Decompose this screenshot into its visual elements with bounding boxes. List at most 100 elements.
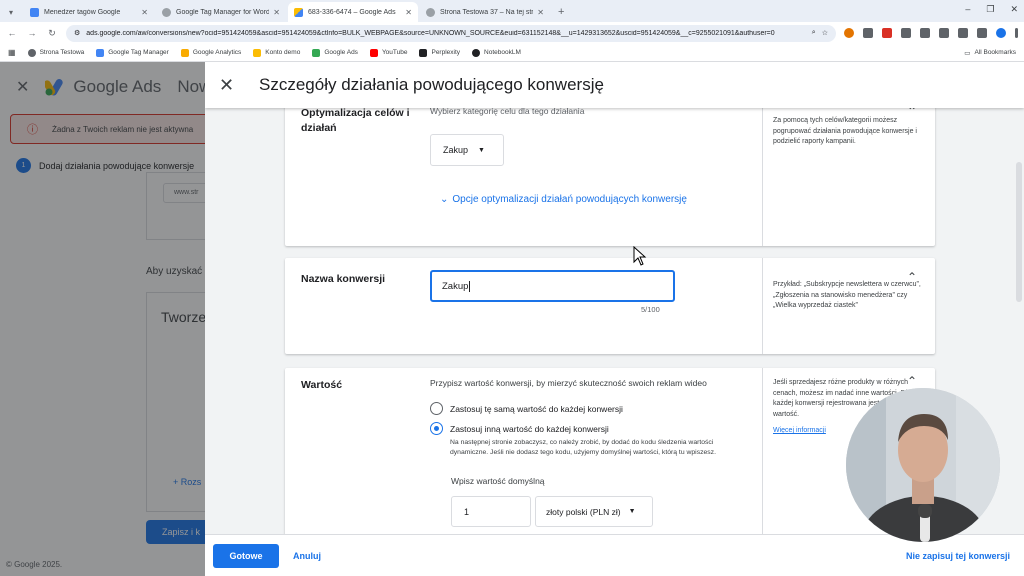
bookmark-item[interactable]: YouTube: [369, 48, 408, 57]
extension-icon[interactable]: [863, 28, 873, 38]
tab-google-ads[interactable]: 683-336-6474 – Google Ads ✕: [288, 2, 418, 22]
cancel-button[interactable]: Anuluj: [293, 551, 321, 561]
bookmark-favicon-icon: [419, 48, 428, 57]
tab-gtm[interactable]: Menedżer tagów Google ✕: [24, 2, 154, 22]
tab-search-icon[interactable]: ▾: [0, 2, 22, 22]
bookmarks-bar: ▦ Strona Testowa Google Tag Manager Goog…: [0, 44, 1024, 62]
optimization-options-label: Opcje optymalizacji działań powodujących…: [452, 194, 687, 205]
tab-gtm-wordpress[interactable]: Google Tag Manager for WordPress ✕: [156, 2, 286, 22]
goal-category-select[interactable]: Zakup ▼: [430, 134, 504, 166]
dont-save-button[interactable]: Nie zapisuj tej konwersji: [906, 551, 1010, 561]
different-value-desc: Na następnej stronie zobaczysz, co należ…: [450, 439, 716, 456]
extensions-area: [844, 28, 1018, 38]
zoom-icon[interactable]: ⌕: [812, 29, 816, 37]
tab-close-icon[interactable]: ✕: [141, 8, 148, 17]
url-bar[interactable]: ⚙ ads.google.com/aw/conversions/new?ocid…: [66, 24, 836, 42]
bookmark-favicon-icon: [253, 48, 262, 57]
chevron-up-icon[interactable]: ⌃: [907, 270, 917, 284]
bookmark-label: Konto demo: [265, 49, 301, 56]
bookmark-label: YouTube: [381, 49, 408, 56]
bookmark-label: Google Analytics: [192, 49, 242, 56]
window-controls: – ❐ ✕: [965, 4, 1018, 15]
site-info-icon[interactable]: ⚙: [74, 29, 80, 37]
tab-strona-testowa[interactable]: Strona Testowa 37 – Na tej stronie ✕: [420, 2, 550, 22]
menu-dots-icon[interactable]: [1015, 28, 1018, 38]
maximize-icon[interactable]: ❐: [986, 4, 994, 15]
done-button[interactable]: Gotowe: [213, 543, 279, 568]
close-window-icon[interactable]: ✕: [1010, 4, 1018, 15]
apps-grid-icon[interactable]: ▦: [8, 48, 16, 57]
same-value-radio[interactable]: Zastosuj tę samą wartość do każdej konwe…: [430, 402, 623, 415]
bookmark-favicon-icon: [472, 48, 481, 57]
bookmark-star-icon[interactable]: ☆: [822, 29, 828, 37]
tab-title: Menedżer tagów Google: [44, 8, 121, 16]
currency-select[interactable]: złoty polski (PLN zł) ▼: [535, 496, 653, 527]
back-icon[interactable]: ←: [6, 28, 18, 38]
bookmark-item[interactable]: NotebookLM: [472, 48, 521, 57]
goal-label: Optymalizacja celów i działań: [301, 107, 410, 134]
puzzle-icon[interactable]: [977, 28, 987, 38]
extension-icon[interactable]: [901, 28, 911, 38]
tab-favicon-icon: [30, 7, 39, 17]
reload-icon[interactable]: ↻: [46, 28, 58, 39]
extension-icon[interactable]: [920, 28, 930, 38]
conversion-name-input[interactable]: Zakup: [430, 270, 675, 302]
different-value-radio[interactable]: Zastosuj inną wartość do każdej konwersj…: [430, 422, 609, 435]
default-value-label: Wpisz wartość domyślną: [451, 476, 545, 486]
dropdown-arrow-icon: ▼: [628, 508, 636, 515]
url-text: ads.google.com/aw/conversions/new?ocid=9…: [86, 29, 775, 37]
chevron-down-icon: ⌄: [440, 194, 449, 205]
goal-help-text: Za pomocą tych celów/kategorii możesz po…: [762, 102, 932, 246]
new-tab-button[interactable]: +: [550, 6, 572, 22]
forward-icon[interactable]: →: [26, 28, 38, 38]
goal-card: Optymalizacja celów i działań Wybierz ka…: [285, 102, 935, 246]
tab-close-icon[interactable]: ✕: [273, 8, 280, 17]
tab-title: Strona Testowa 37 – Na tej stronie: [440, 8, 534, 16]
extension-icon[interactable]: [939, 28, 949, 38]
scrollbar[interactable]: [1016, 162, 1022, 302]
name-label: Nazwa konwersji: [301, 273, 386, 285]
extension-icon[interactable]: [958, 28, 968, 38]
bookmark-favicon-icon: [96, 48, 105, 57]
bookmark-item[interactable]: Google Tag Manager: [96, 48, 169, 57]
mouse-cursor-icon: [633, 246, 647, 266]
all-bookmarks-button[interactable]: ▭ All Bookmarks: [964, 49, 1016, 57]
profile-avatar[interactable]: [996, 28, 1006, 38]
bookmark-item[interactable]: Strona Testowa: [27, 48, 85, 57]
webcam-person-image: [846, 388, 1000, 542]
bookmark-label: Strona Testowa: [39, 49, 85, 56]
all-bookmarks-label: All Bookmarks: [974, 49, 1016, 56]
bookmark-favicon-icon: [27, 48, 36, 57]
tab-favicon-icon: [294, 7, 303, 17]
different-value-label: Zastosuj inną wartość do każdej konwersj…: [450, 423, 609, 434]
close-icon[interactable]: ✕: [219, 75, 239, 96]
goal-select-value: Zakup: [443, 145, 469, 155]
value-label: Wartość: [301, 379, 343, 391]
bookmark-favicon-icon: [369, 48, 378, 57]
webcam-overlay: [846, 388, 1000, 542]
tab-close-icon[interactable]: ✕: [405, 8, 412, 17]
tab-title: Google Tag Manager for WordPress: [176, 8, 270, 16]
name-card: Nazwa konwersji Zakup 5/100 Przykład: „S…: [285, 258, 935, 354]
bookmark-item[interactable]: Google Ads: [312, 48, 358, 57]
optimization-options-link[interactable]: ⌄ Opcje optymalizacji działań powodujący…: [440, 194, 687, 205]
tab-title: 683-336-6474 – Google Ads: [308, 8, 396, 16]
tab-close-icon[interactable]: ✕: [537, 8, 544, 17]
radio-on-icon: [430, 422, 443, 435]
char-counter: 5/100: [641, 305, 660, 314]
browser-tab-bar: ▾ Menedżer tagów Google ✕ Google Tag Man…: [0, 0, 1024, 22]
extension-icon[interactable]: [844, 28, 854, 38]
bookmark-label: Google Ads: [324, 49, 358, 56]
chevron-up-icon[interactable]: ⌃: [907, 374, 917, 388]
bookmark-item[interactable]: Google Analytics: [180, 48, 242, 57]
default-value-input[interactable]: 1: [451, 496, 531, 527]
bookmark-label: NotebookLM: [484, 49, 521, 56]
conversion-name-value: Zakup: [442, 280, 469, 292]
extension-icon[interactable]: [882, 28, 892, 38]
value-desc: Przypisz wartość konwersji, by mierzyć s…: [430, 378, 707, 388]
radio-off-icon: [430, 402, 443, 415]
bookmark-item[interactable]: Perplexity: [419, 48, 460, 57]
bookmark-label: Google Tag Manager: [108, 49, 169, 56]
bookmark-item[interactable]: Konto demo: [253, 48, 301, 57]
minimize-icon[interactable]: –: [965, 4, 970, 15]
